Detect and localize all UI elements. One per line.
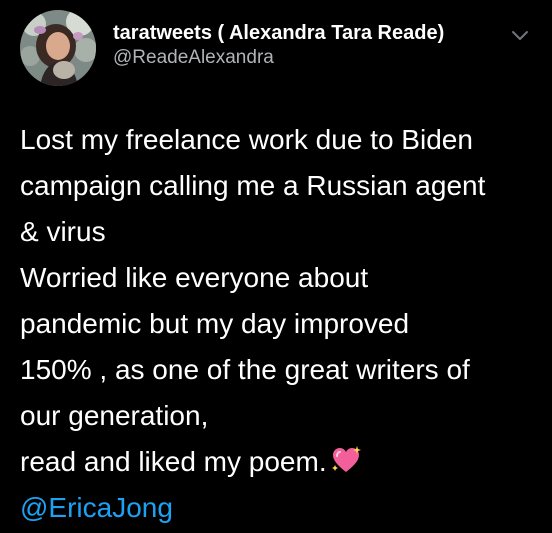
user-handle[interactable]: @ReadeAlexandra — [113, 46, 493, 70]
tweet-line: Lost my freelance work due to Biden — [20, 124, 473, 155]
tweet-line: read and liked my poem. — [20, 446, 327, 477]
tweet-line: & virus — [20, 216, 106, 247]
display-name[interactable]: taratweets ( Alexandra Tara Reade) — [113, 20, 493, 46]
tweet-text: Lost my freelance work due to Biden camp… — [20, 117, 540, 531]
tweet-line: pandemic but my day improved — [20, 308, 410, 339]
tweet-line: our generation, — [20, 400, 209, 431]
tweet-line: Worried like everyone about — [20, 262, 369, 293]
tweet-card: taratweets ( Alexandra Tara Reade) @Read… — [0, 0, 552, 533]
tweet-line-last: read and liked my poem. — [20, 439, 540, 485]
avatar[interactable] — [20, 10, 96, 86]
tweet-line: 150% , as one of the great writers of — [20, 354, 470, 385]
author-block: taratweets ( Alexandra Tara Reade) @Read… — [113, 20, 493, 70]
chevron-down-icon[interactable] — [509, 28, 531, 44]
avatar-photo — [20, 10, 96, 86]
sparkling-heart-icon — [331, 443, 361, 473]
tweet-line: campaign calling me a Russian agent — [20, 170, 486, 201]
mention-link[interactable]: @EricaJong — [20, 485, 540, 531]
